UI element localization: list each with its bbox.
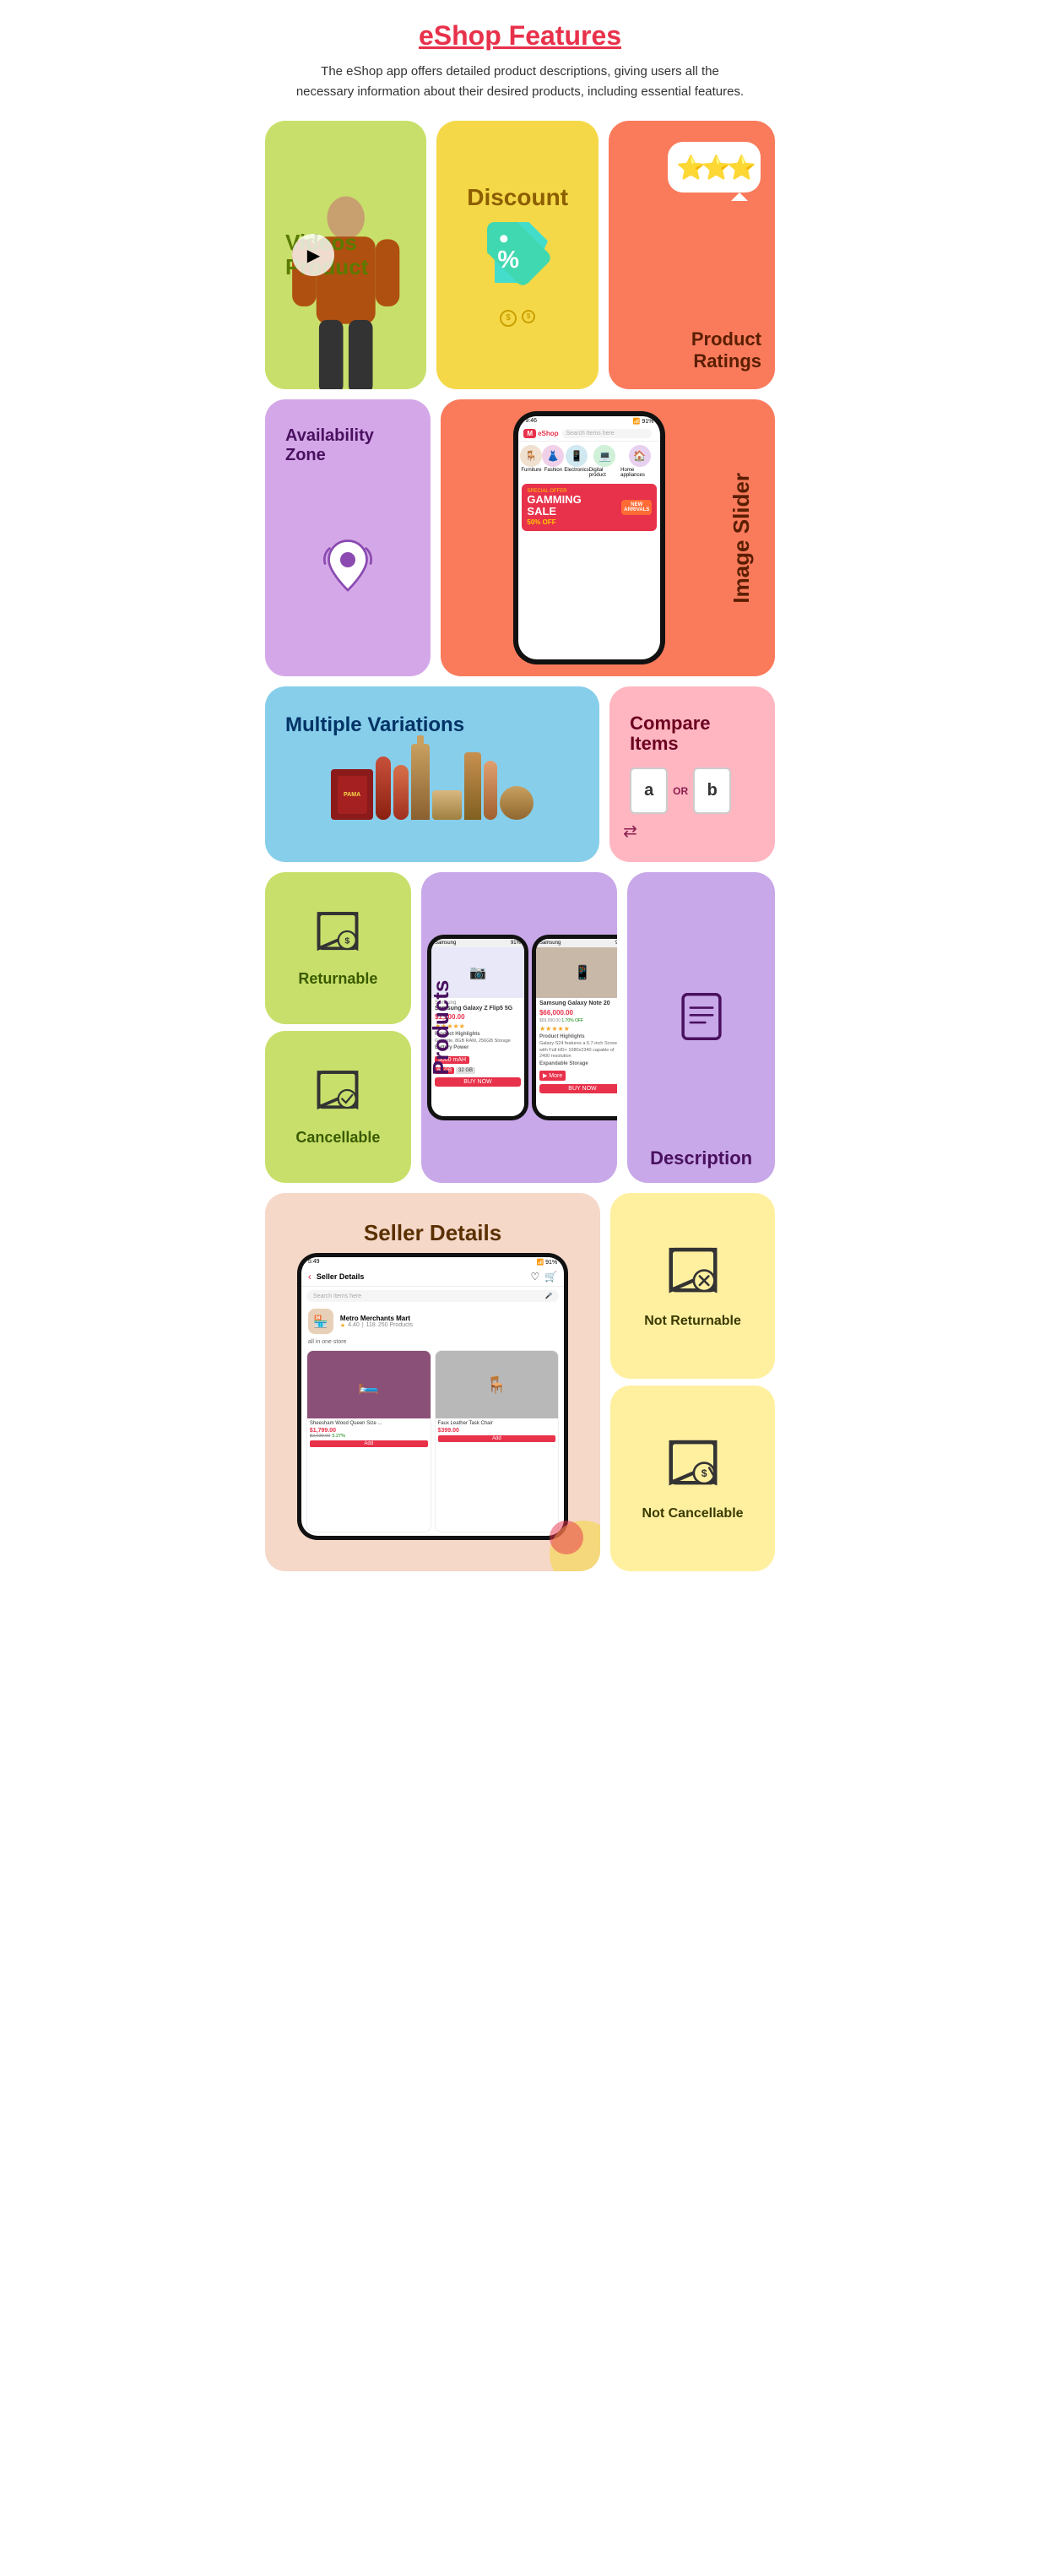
returnable-card: $ Returnable	[265, 872, 411, 1024]
product-1-discount: 5.27%	[332, 1434, 345, 1439]
row-5: Seller Details 5:49📶 91% ‹ Seller Detail…	[260, 1188, 780, 1576]
add-button-2[interactable]: Add	[438, 1435, 556, 1442]
store-rating: 4.40	[348, 1322, 360, 1328]
stars-bubble: ⭐ ⭐ ⭐	[664, 138, 765, 209]
returnable-group: $ Returnable Cancellable	[265, 872, 411, 1183]
description-icon-container	[672, 886, 731, 1147]
cancellable-title: Cancellable	[295, 1129, 380, 1147]
cart-icon[interactable]: 🛒	[544, 1271, 557, 1283]
not-returnable-icon	[664, 1244, 723, 1307]
add-button-1[interactable]: Add	[310, 1440, 428, 1447]
product-item-2: 🪑 Faux Leather Task Chair $399.00 Add	[435, 1350, 560, 1532]
product-2-name: Faux Leather Task Chair	[438, 1421, 556, 1428]
search-bar[interactable]: Search Items here	[562, 429, 653, 438]
play-button[interactable]: ▶	[292, 234, 334, 276]
ratings-title: Product Ratings	[622, 328, 761, 372]
row-4: $ Returnable Cancellable Products	[260, 867, 780, 1188]
not-returnable-title: Not Returnable	[644, 1314, 741, 1329]
heart-icon[interactable]: ♡	[530, 1271, 539, 1283]
deco-circle-red	[550, 1521, 583, 1554]
coins-decoration: $ $	[500, 310, 535, 327]
svg-text:%: %	[498, 247, 520, 274]
slider-title: Image Slider	[729, 473, 755, 604]
header-section: eShop Features The eShop app offers deta…	[260, 0, 780, 116]
product-1-name: Sheesham Wood Queen Size ...	[310, 1421, 428, 1428]
header-description: The eShop app offers detailed product de…	[294, 62, 746, 102]
store-reviews: 118	[366, 1322, 376, 1328]
variations-card: Multiple Variations PAMA	[265, 686, 599, 862]
product-item-1: 🛏️ Sheesham Wood Queen Size ... $1,799.0…	[306, 1350, 431, 1532]
eshop-name: eShop	[538, 430, 558, 437]
fashion-category: Fashion	[544, 468, 562, 473]
back-icon[interactable]: ‹	[308, 1271, 311, 1283]
svg-text:⭐: ⭐	[727, 154, 756, 181]
cancellable-icon	[312, 1067, 363, 1122]
availability-card: Availability Zone	[265, 399, 431, 676]
not-cancellable-card: $ Not Cancellable	[610, 1386, 775, 1571]
seller-card: Seller Details 5:49📶 91% ‹ Seller Detail…	[265, 1193, 600, 1571]
row-1: Videos Product ▶ Discount %	[260, 116, 780, 394]
buy-now-button-2[interactable]: BUY NOW	[539, 1084, 617, 1093]
products-title: Products	[428, 980, 454, 1076]
row-3: Multiple Variations PAMA	[260, 681, 780, 867]
location-icon-container	[310, 472, 386, 663]
svg-text:$: $	[345, 935, 350, 946]
not-cancellable-icon: $	[664, 1436, 723, 1500]
seller-search[interactable]: Search Items here🎤	[306, 1290, 559, 1302]
phone-screen: 9:46📶 91% M eShop Search Items here 🪑 Fu…	[518, 416, 660, 659]
compare-card: Compare Items a OR b ⇄	[609, 686, 775, 862]
variations-title: Multiple Variations	[279, 707, 471, 744]
product-2-price: $399.00	[438, 1428, 556, 1434]
cosmetics-icons: PAMA	[279, 744, 586, 827]
not-returnable-card: Not Returnable	[610, 1193, 775, 1379]
store-products: 250 Products	[378, 1322, 413, 1328]
buy-now-button-1[interactable]: BUY NOW	[435, 1077, 521, 1087]
ratings-card: ⭐ ⭐ ⭐ Product Ratings	[609, 121, 775, 389]
categories-row: 🪑 Furniture 👗 Fashion 📱 Electronics	[518, 442, 660, 481]
returnable-title: Returnable	[298, 970, 377, 988]
discount-title: Discount	[467, 184, 568, 211]
phone-mockup: 9:46📶 91% M eShop Search Items here 🪑 Fu…	[513, 411, 665, 664]
compare-icon: a OR b	[623, 761, 738, 821]
phone-2: Samsung91% 📱 Samsung Galaxy Note 20 $66,…	[532, 935, 617, 1120]
title-text: eShop Features	[419, 20, 621, 51]
seller-title: Seller Details	[364, 1220, 501, 1246]
store-info: 🏪 Metro Merchants Mart ★ 4.40 | 118 250 …	[301, 1305, 564, 1337]
store-name: Metro Merchants Mart	[340, 1315, 413, 1322]
cancellable-card: Cancellable	[265, 1031, 411, 1183]
product-1-price: $1,799.00	[310, 1428, 428, 1434]
product-grid: 🛏️ Sheesham Wood Queen Size ... $1,799.0…	[301, 1347, 564, 1536]
eshop-logo: M	[523, 429, 536, 438]
phone-2-screen: Samsung91% 📱 Samsung Galaxy Note 20 $66,…	[536, 939, 617, 1116]
svg-text:$: $	[701, 1467, 707, 1479]
row-2: Availability Zone 9:46📶 91%	[260, 394, 780, 681]
phone-mockup-container: 9:46📶 91% M eShop Search Items here 🪑 Fu…	[454, 404, 725, 671]
slider-card: 9:46📶 91% M eShop Search Items here 🪑 Fu…	[441, 399, 775, 676]
not-group: Not Returnable $ Not Cancellable	[610, 1193, 775, 1571]
discount-icon: %	[479, 214, 555, 306]
availability-title: Availability Zone	[279, 420, 417, 472]
banner: SPECIAL OFFER GAMMINGSALE 50% OFF NEWARR…	[522, 484, 657, 531]
seller-screen: 5:49📶 91% ‹ Seller Details ♡ 🛒 Search It…	[301, 1257, 564, 1536]
seller-phone: 5:49📶 91% ‹ Seller Details ♡ 🛒 Search It…	[297, 1253, 568, 1540]
page-title: eShop Features	[294, 20, 746, 52]
compare-title: Compare Items	[623, 707, 761, 761]
discount-card: Discount % $ $	[436, 121, 598, 389]
description-card: Description	[627, 872, 775, 1183]
products-card: Products Samsung91% 📷 Samsung Samsung Ga…	[421, 872, 617, 1183]
videos-card: Videos Product ▶	[265, 121, 426, 389]
description-title: Description	[650, 1147, 752, 1169]
not-cancellable-title: Not Cancellable	[642, 1506, 744, 1521]
product-1-original: $2,039.00	[310, 1434, 330, 1439]
swap-arrows: ⇄	[623, 821, 637, 842]
returnable-icon: $	[312, 908, 363, 963]
